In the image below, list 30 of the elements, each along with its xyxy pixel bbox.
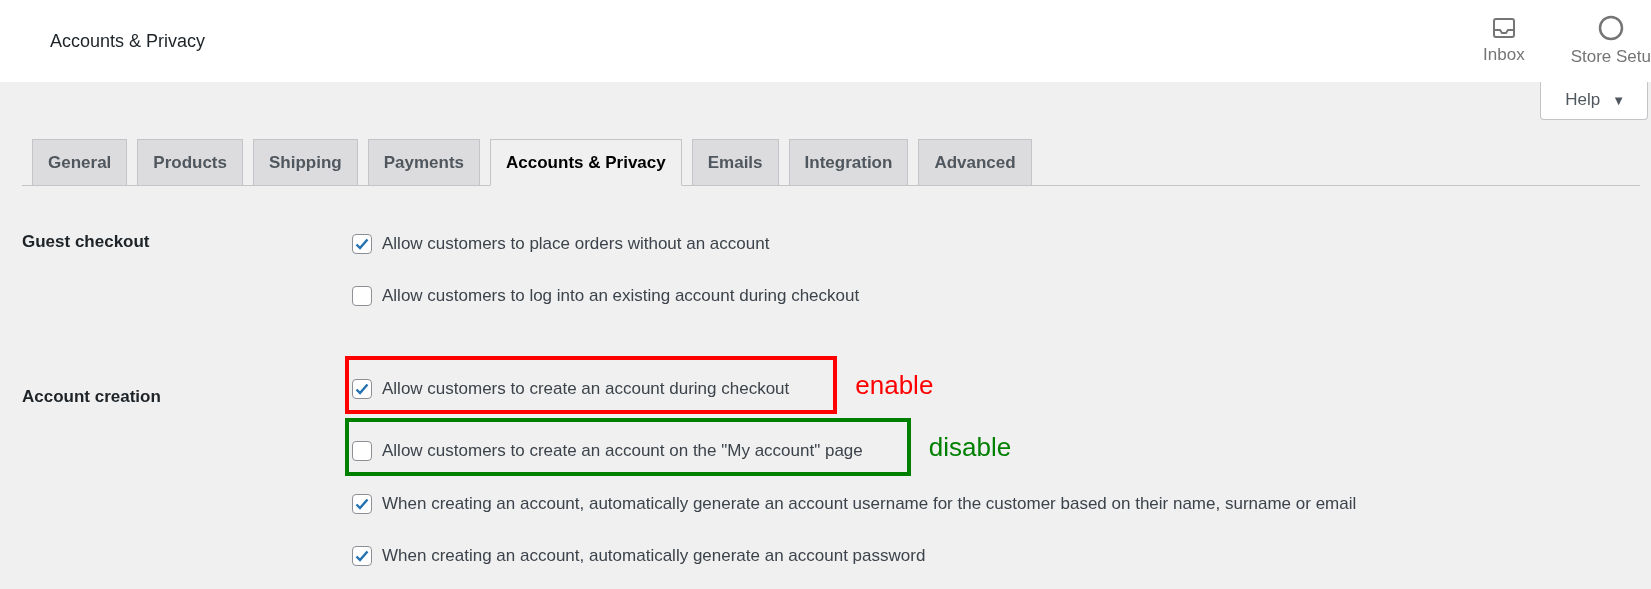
circle-icon xyxy=(1597,15,1624,41)
inbox-button[interactable]: Inbox xyxy=(1435,0,1525,82)
section-label: Account creation xyxy=(22,386,162,408)
settings-tab[interactable]: Products xyxy=(137,139,243,186)
section-label: Guest checkout xyxy=(22,231,151,253)
checkbox-option[interactable]: When creating an account, automatically generate an account password xyxy=(352,546,926,566)
page-title: Accounts & Privacy xyxy=(50,30,206,52)
help-button[interactable]: Help ▼ xyxy=(1540,82,1648,120)
checkbox-option[interactable]: Allow customers to log into an existing account during checkout xyxy=(352,286,860,306)
checkbox-option[interactable]: Allow customers to create an account during checkout xyxy=(352,379,790,399)
checked-checkbox[interactable] xyxy=(352,546,372,566)
settings-tab[interactable]: Integration xyxy=(788,139,909,186)
settings-tab[interactable]: Payments xyxy=(367,139,481,186)
settings-tab[interactable]: Shipping xyxy=(253,139,358,186)
settings-tab[interactable]: Advanced xyxy=(918,139,1032,186)
checked-checkbox[interactable] xyxy=(352,379,372,399)
checkbox[interactable] xyxy=(352,286,372,306)
checkbox-option[interactable]: Allow customers to place orders without an account xyxy=(352,234,770,254)
checkbox-option[interactable]: When creating an account, automatically generate an account username for the customer based on their name, surname or email xyxy=(352,494,1357,514)
settings-tab[interactable]: Accounts & Privacy xyxy=(490,139,682,186)
store-setup-button[interactable]: Store Setu xyxy=(1524,0,1651,82)
settings-tab[interactable]: Emails xyxy=(691,139,779,186)
checkbox[interactable] xyxy=(352,441,372,461)
checked-checkbox[interactable] xyxy=(352,234,372,254)
annotation-text: disable xyxy=(928,431,1012,463)
checked-checkbox[interactable] xyxy=(352,494,372,514)
inbox-icon xyxy=(1491,17,1516,39)
checkbox-option[interactable]: Allow customers to create an account on the "My account" page xyxy=(352,441,863,461)
annotation-text: enable xyxy=(855,369,934,401)
settings-tab[interactable]: General xyxy=(32,139,128,186)
